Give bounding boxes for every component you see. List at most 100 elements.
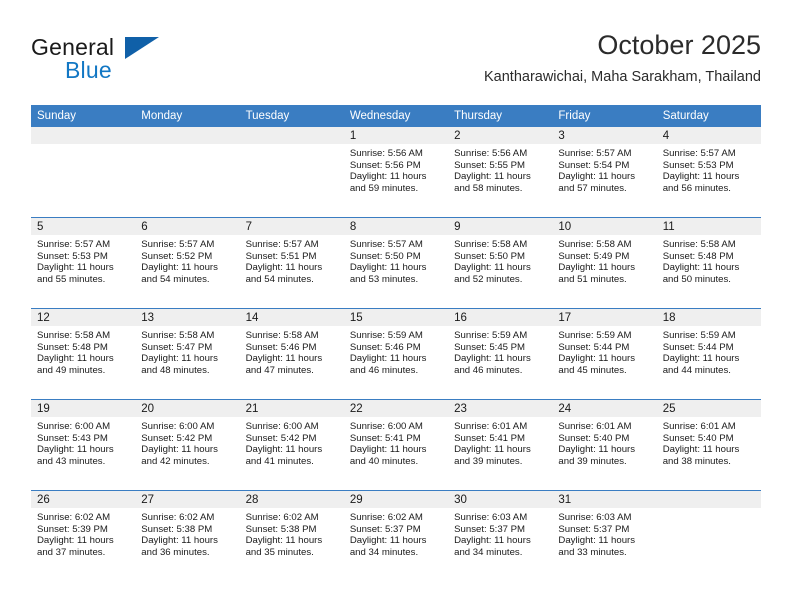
calendar-day-cell[interactable]: 31 Sunrise: 6:03 AM Sunset: 5:37 PM Dayligh… xyxy=(552,490,657,581)
sunset-time: Sunset: 5:54 PM xyxy=(558,159,630,171)
daylight-duration-line2: and 53 minutes. xyxy=(349,273,419,285)
brand-name-blue: Blue xyxy=(65,57,112,83)
calendar-day-cell[interactable]: 18 Sunrise: 5:59 AM Sunset: 5:44 PM Dayligh… xyxy=(656,308,761,400)
daylight-duration-line2: and 43 minutes. xyxy=(37,455,106,467)
day-number: 2 xyxy=(448,127,553,144)
daylight-duration-line2: and 55 minutes. xyxy=(37,273,106,285)
sunset-time: Sunset: 5:38 PM xyxy=(141,523,213,535)
page-header: General Blue October 2025 Kantharawichai… xyxy=(31,28,761,98)
calendar-day-cell[interactable]: 17 Sunrise: 5:59 AM Sunset: 5:44 PM Dayligh… xyxy=(552,308,657,400)
weekday-header-saturday: Saturday xyxy=(656,105,761,127)
daylight-duration-line1: Daylight: 11 hours xyxy=(245,353,323,365)
sunset-time: Sunset: 5:37 PM xyxy=(558,523,630,535)
daylight-duration-line2: and 44 minutes. xyxy=(662,364,731,376)
daylight-duration-line2: and 46 minutes. xyxy=(349,364,419,376)
daylight-duration-line2: and 52 minutes. xyxy=(454,273,523,285)
calendar-day-cell[interactable]: 1 Sunrise: 5:56 AM Sunset: 5:56 PM Daylight… xyxy=(343,127,449,218)
calendar-day-cell[interactable]: 6 Sunrise: 5:57 AM Sunset: 5:52 PM Daylight… xyxy=(135,217,240,309)
calendar-day-cell[interactable]: 9 Sunrise: 5:58 AM Sunset: 5:50 PM Daylight… xyxy=(448,217,553,309)
sunset-time: Sunset: 5:44 PM xyxy=(662,341,734,353)
calendar-day-cell[interactable]: 23 Sunrise: 6:01 AM Sunset: 5:41 PM Dayligh… xyxy=(448,399,553,491)
day-details: Sunrise: 5:56 AM Sunset: 5:55 PM Daylight:… xyxy=(448,144,552,194)
calendar-day-cell[interactable]: 10 Sunrise: 5:58 AM Sunset: 5:49 PM Dayligh… xyxy=(552,217,657,309)
calendar-day-cell[interactable]: 5 Sunrise: 5:57 AM Sunset: 5:53 PM Daylight… xyxy=(31,217,136,309)
daylight-duration-line1: Daylight: 11 hours xyxy=(37,353,114,365)
generalblue-logo[interactable]: General Blue xyxy=(31,34,251,86)
day-number: 11 xyxy=(656,218,761,235)
sunset-time: Sunset: 5:51 PM xyxy=(245,250,317,262)
calendar-day-cell[interactable]: 12 Sunrise: 5:58 AM Sunset: 5:48 PM Dayligh… xyxy=(31,308,136,400)
daylight-duration-line1: Daylight: 11 hours xyxy=(37,262,114,274)
calendar-day-cell[interactable]: 22 Sunrise: 6:00 AM Sunset: 5:41 PM Dayligh… xyxy=(343,399,449,491)
sunset-time: Sunset: 5:42 PM xyxy=(141,432,213,444)
day-details: Sunrise: 6:00 AM Sunset: 5:41 PM Daylight:… xyxy=(344,417,448,467)
sunset-time: Sunset: 5:46 PM xyxy=(245,341,317,353)
weekday-header-tuesday: Tuesday xyxy=(239,105,344,127)
calendar-day-cell[interactable]: 24 Sunrise: 6:01 AM Sunset: 5:40 PM Dayligh… xyxy=(552,399,657,491)
day-details: Sunrise: 5:57 AM Sunset: 5:52 PM Daylight:… xyxy=(135,235,239,285)
calendar-day-cell[interactable]: 27 Sunrise: 6:02 AM Sunset: 5:38 PM Dayligh… xyxy=(135,490,240,581)
sunset-time: Sunset: 5:38 PM xyxy=(245,523,317,535)
calendar-day-cell[interactable]: 25 Sunrise: 6:01 AM Sunset: 5:40 PM Dayligh… xyxy=(656,399,761,491)
sunrise-time: Sunrise: 5:57 AM xyxy=(349,239,423,250)
sunrise-time: Sunrise: 5:56 AM xyxy=(349,148,423,159)
calendar-day-cell[interactable]: 4 Sunrise: 5:57 AM Sunset: 5:53 PM Daylight… xyxy=(656,127,761,218)
day-details: Sunrise: 6:00 AM Sunset: 5:42 PM Daylight:… xyxy=(135,417,239,467)
daylight-duration-line1: Daylight: 11 hours xyxy=(37,444,114,456)
calendar-day-cell[interactable]: 21 Sunrise: 6:00 AM Sunset: 5:42 PM Dayligh… xyxy=(239,399,344,491)
calendar-day-cell[interactable]: 8 Sunrise: 5:57 AM Sunset: 5:50 PM Daylight… xyxy=(343,217,449,309)
sunrise-sunset-calendar: Sunday Monday Tuesday Wednesday Thursday Frid… xyxy=(31,105,761,581)
sunset-time: Sunset: 5:56 PM xyxy=(349,159,421,171)
triangle-logo-icon xyxy=(125,37,159,59)
daylight-duration-line2: and 36 minutes. xyxy=(141,546,210,558)
daylight-duration-line2: and 40 minutes. xyxy=(349,455,419,467)
daylight-duration-line2: and 48 minutes. xyxy=(141,364,210,376)
calendar-day-cell[interactable]: 13 Sunrise: 5:58 AM Sunset: 5:47 PM Dayligh… xyxy=(135,308,240,400)
calendar-day-cell[interactable]: 30 Sunrise: 6:03 AM Sunset: 5:37 PM Dayligh… xyxy=(448,490,553,581)
calendar-day-cell[interactable]: 7 Sunrise: 5:57 AM Sunset: 5:51 PM Daylight… xyxy=(239,217,344,309)
calendar-page: General Blue October 2025 Kantharawichai… xyxy=(0,0,792,612)
sunrise-time: Sunrise: 5:57 AM xyxy=(245,239,319,250)
sunset-time: Sunset: 5:49 PM xyxy=(558,250,630,262)
calendar-day-cell[interactable]: 2 Sunrise: 5:56 AM Sunset: 5:55 PM Daylight… xyxy=(448,127,553,218)
day-details: Sunrise: 5:57 AM Sunset: 5:50 PM Daylight:… xyxy=(344,235,448,285)
sunrise-time: Sunrise: 5:58 AM xyxy=(37,330,111,341)
sunrise-time: Sunrise: 6:02 AM xyxy=(141,512,215,523)
sunrise-time: Sunrise: 5:58 AM xyxy=(454,239,528,250)
calendar-day-cell[interactable]: 20 Sunrise: 6:00 AM Sunset: 5:42 PM Dayligh… xyxy=(135,399,240,491)
daylight-duration-line2: and 54 minutes. xyxy=(245,273,314,285)
daylight-duration-line1: Daylight: 11 hours xyxy=(245,535,323,547)
sunrise-time: Sunrise: 5:59 AM xyxy=(558,330,632,341)
sunset-time: Sunset: 5:43 PM xyxy=(37,432,108,444)
page-subtitle: Kantharawichai, Maha Sarakham, Thailand xyxy=(483,69,761,85)
day-details: Sunrise: 5:58 AM Sunset: 5:50 PM Daylight:… xyxy=(448,235,552,285)
day-number: 28 xyxy=(239,491,344,508)
daylight-duration-line1: Daylight: 11 hours xyxy=(558,262,636,274)
daylight-duration-line1: Daylight: 11 hours xyxy=(454,353,531,365)
sunset-time: Sunset: 5:41 PM xyxy=(349,432,421,444)
sunrise-time: Sunrise: 5:59 AM xyxy=(662,330,736,341)
sunrise-time: Sunrise: 6:02 AM xyxy=(245,512,319,523)
daylight-duration-line2: and 47 minutes. xyxy=(245,364,314,376)
calendar-day-cell[interactable]: 26 Sunrise: 6:02 AM Sunset: 5:39 PM Dayligh… xyxy=(31,490,136,581)
calendar-week-row: 12 Sunrise: 5:58 AM Sunset: 5:48 PM Dayligh… xyxy=(31,308,761,400)
day-number: 5 xyxy=(31,218,136,235)
day-number: 30 xyxy=(448,491,553,508)
daylight-duration-line1: Daylight: 11 hours xyxy=(558,171,636,183)
day-number: 17 xyxy=(552,309,657,326)
calendar-day-cell[interactable]: 16 Sunrise: 5:59 AM Sunset: 5:45 PM Dayligh… xyxy=(448,308,553,400)
day-number: 8 xyxy=(343,218,449,235)
calendar-day-cell[interactable]: 15 Sunrise: 5:59 AM Sunset: 5:46 PM Dayligh… xyxy=(343,308,449,400)
sunset-time: Sunset: 5:37 PM xyxy=(349,523,421,535)
calendar-day-cell[interactable]: 19 Sunrise: 6:00 AM Sunset: 5:43 PM Dayligh… xyxy=(31,399,136,491)
calendar-day-cell[interactable]: 14 Sunrise: 5:58 AM Sunset: 5:46 PM Dayligh… xyxy=(239,308,344,400)
sunset-time: Sunset: 5:55 PM xyxy=(454,159,526,171)
calendar-day-cell[interactable]: 28 Sunrise: 6:02 AM Sunset: 5:38 PM Dayligh… xyxy=(239,490,344,581)
calendar-day-cell[interactable]: 29 Sunrise: 6:02 AM Sunset: 5:37 PM Dayligh… xyxy=(343,490,449,581)
daylight-duration-line2: and 35 minutes. xyxy=(245,546,314,558)
calendar-day-cell[interactable]: 3 Sunrise: 5:57 AM Sunset: 5:54 PM Daylight… xyxy=(552,127,657,218)
calendar-day-cell[interactable]: 11 Sunrise: 5:58 AM Sunset: 5:48 PM Dayligh… xyxy=(656,217,761,309)
day-number: 24 xyxy=(552,400,657,417)
day-details: Sunrise: 6:02 AM Sunset: 5:38 PM Daylight:… xyxy=(135,508,239,558)
day-number: 12 xyxy=(31,309,136,326)
